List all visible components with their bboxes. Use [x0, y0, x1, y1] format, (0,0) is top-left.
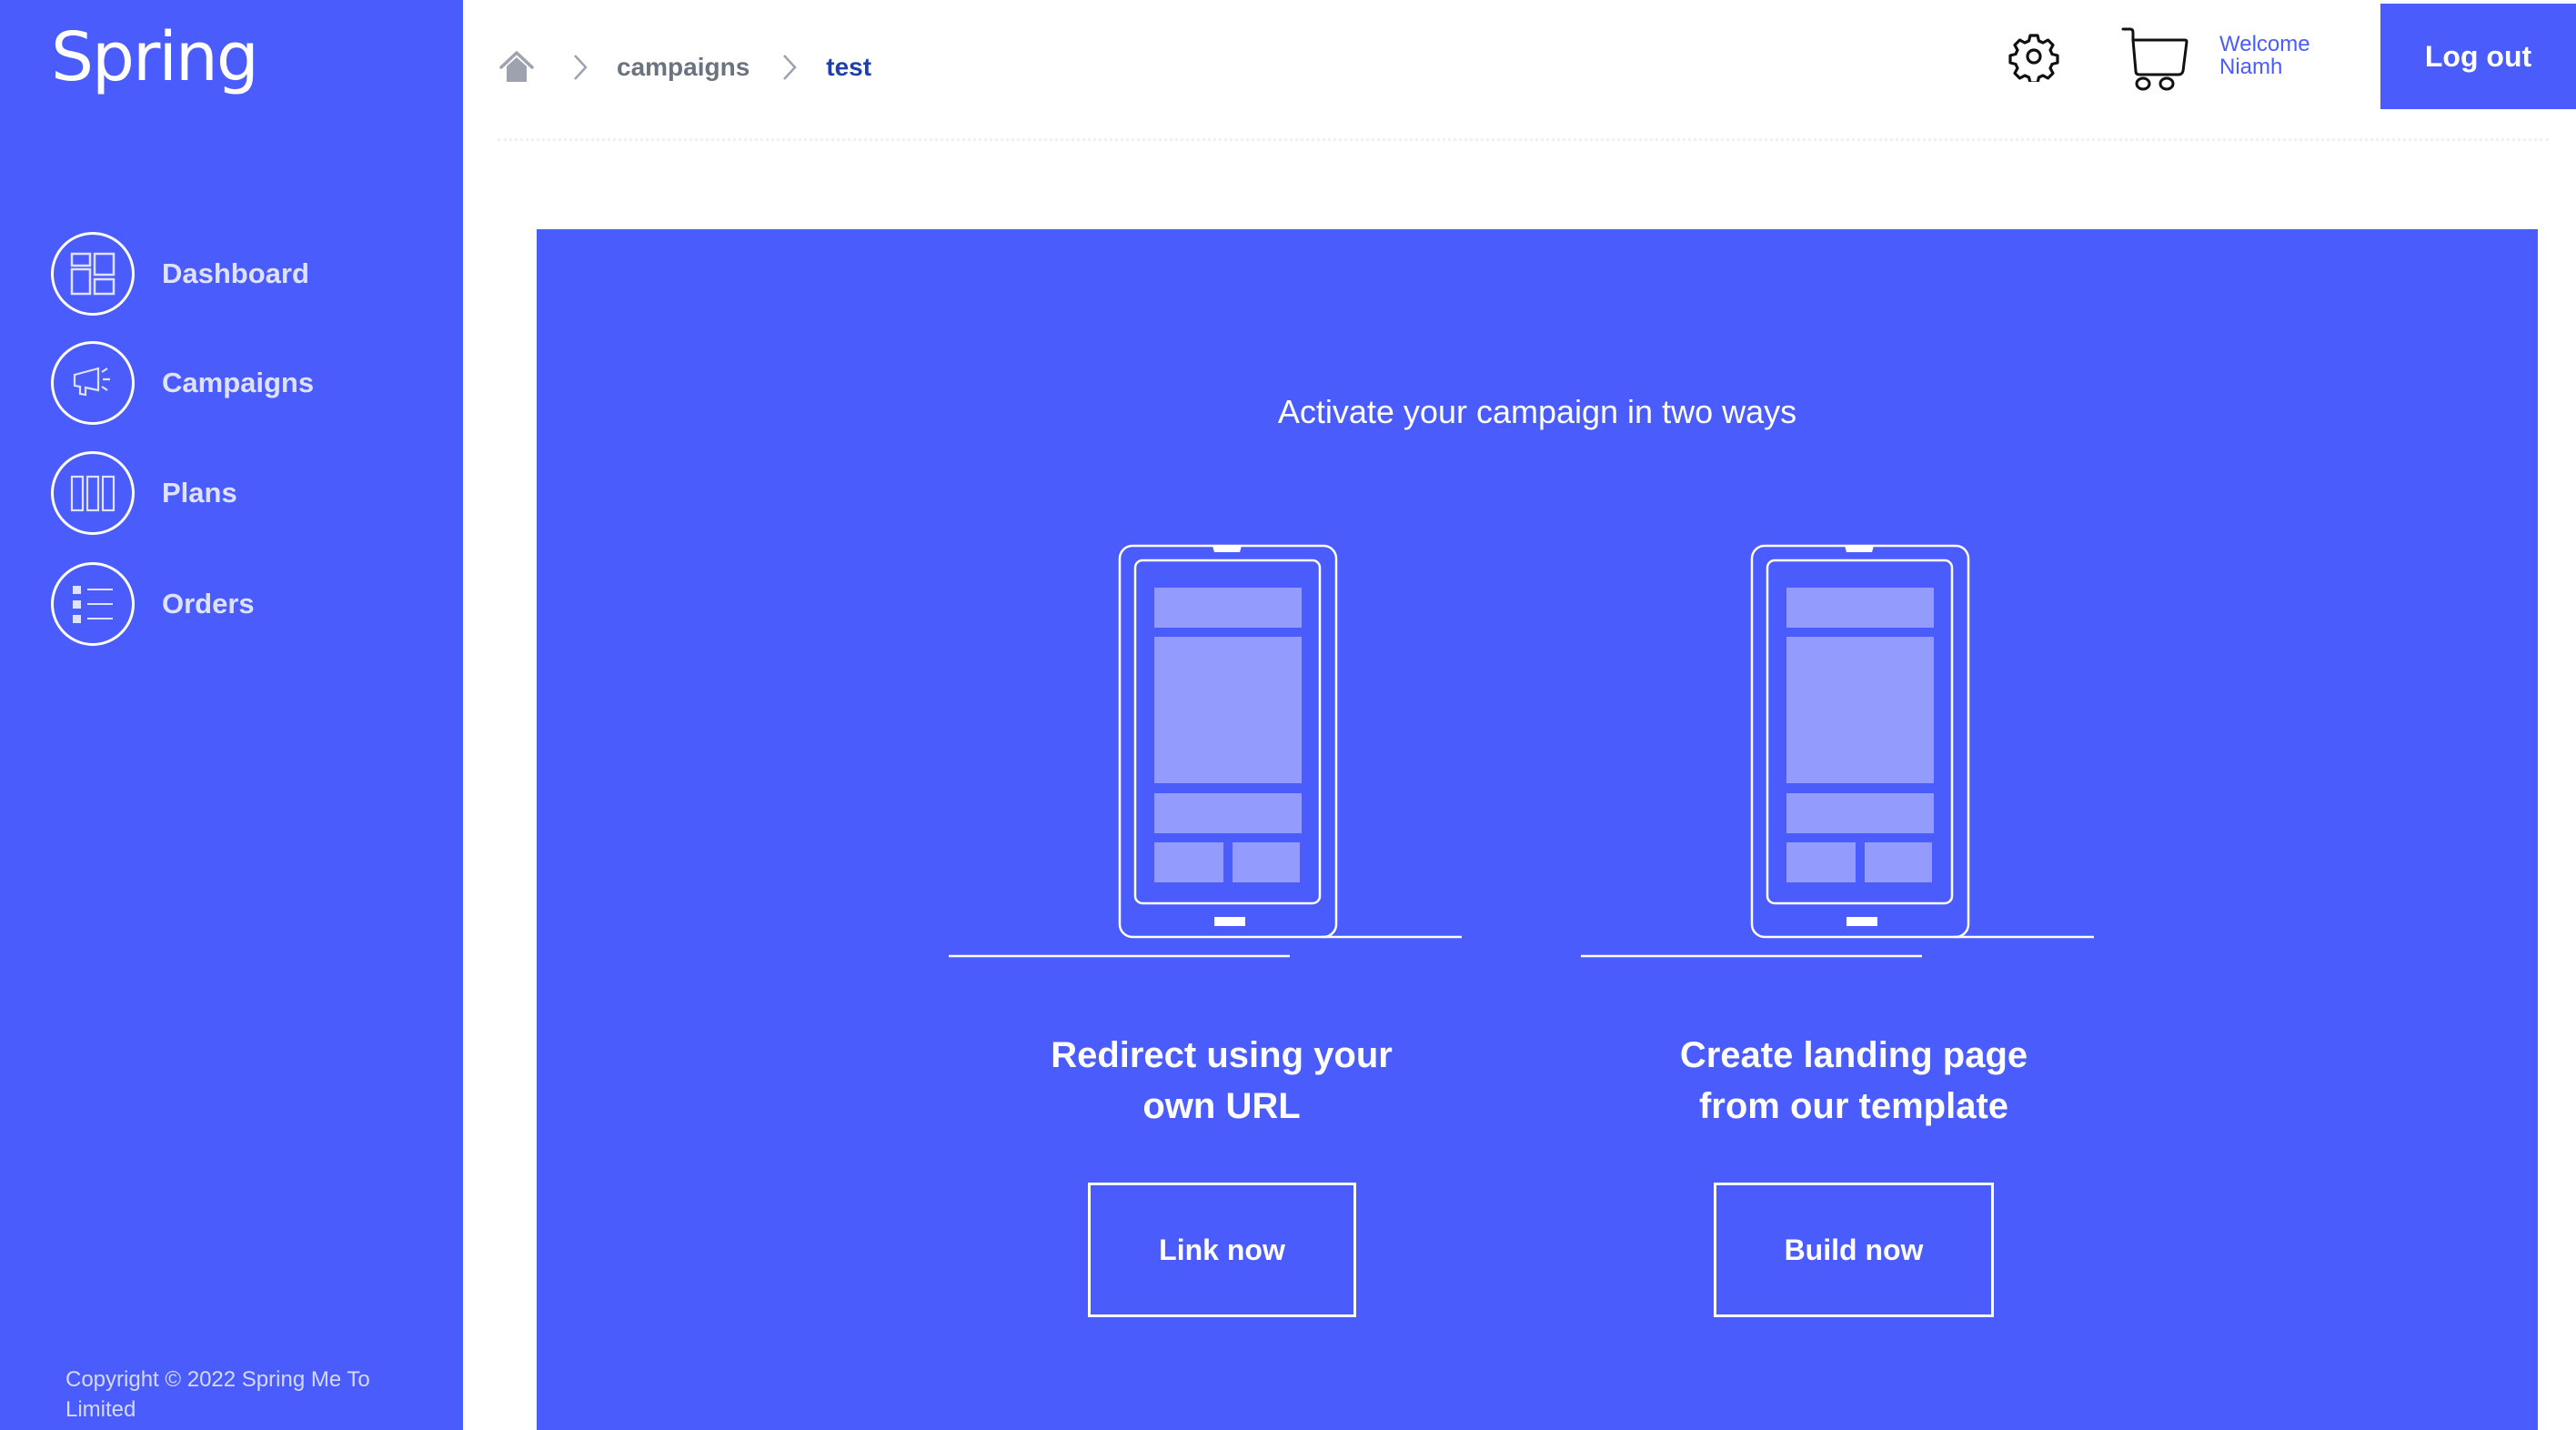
columns-icon	[51, 451, 135, 535]
breadcrumb-campaigns[interactable]: campaigns	[617, 53, 750, 82]
page-headline: Activate your campaign in two ways	[1277, 393, 1797, 430]
option-title-line: own URL	[1142, 1086, 1301, 1126]
option-title-line: Create landing page	[1679, 1035, 2028, 1075]
sidebar-item-label: Orders	[162, 588, 255, 619]
sidebar-item-plans[interactable]: Plans	[51, 449, 237, 537]
chevron-right-icon	[780, 53, 799, 82]
breadcrumb-current: test	[826, 53, 872, 81]
chevron-right-icon	[571, 53, 589, 82]
sidebar-item-label: Dashboard	[162, 257, 309, 289]
build-now-button[interactable]: Build now	[1714, 1183, 1994, 1317]
cart-icon[interactable]	[2119, 25, 2192, 91]
sidebar: Spring Dashboard Campaigns Plans Orders …	[0, 0, 463, 1430]
option-title-line: Redirect using your	[1051, 1035, 1393, 1075]
welcome-label: Welcome	[2219, 32, 2310, 56]
phone-illustration-icon	[1581, 544, 2094, 958]
phone-illustration-icon	[949, 544, 1462, 958]
sidebar-item-orders[interactable]: Orders	[51, 560, 255, 648]
sidebar-item-dashboard[interactable]: Dashboard	[51, 230, 309, 317]
dashboard-icon	[51, 232, 135, 316]
sidebar-item-campaigns[interactable]: Campaigns	[51, 339, 314, 427]
user-name: Niamh	[2219, 55, 2283, 79]
sidebar-item-label: Campaigns	[162, 367, 315, 398]
list-icon	[51, 562, 135, 646]
copyright-text: Copyright © 2022 Spring Me To Limited	[65, 1367, 370, 1422]
megaphone-icon	[51, 341, 135, 425]
logo[interactable]: Spring	[51, 18, 259, 96]
home-icon[interactable]	[498, 49, 535, 86]
option-title: Create landing page from our template	[1581, 1030, 2127, 1132]
link-now-button[interactable]: Link now	[1088, 1183, 1356, 1317]
welcome-text: Welcome Niamh	[2219, 33, 2310, 78]
breadcrumb: campaigns test	[498, 45, 871, 89]
option-title: Redirect using your own URL	[949, 1030, 1494, 1132]
option-title-line: from our template	[1698, 1086, 2009, 1126]
sidebar-item-label: Plans	[162, 477, 237, 509]
activation-card: Activate your campaign in two ways Redir…	[537, 229, 2538, 1430]
logout-button[interactable]: Log out	[2380, 4, 2576, 109]
gear-icon[interactable]	[2008, 31, 2059, 85]
header-divider	[498, 138, 2549, 141]
